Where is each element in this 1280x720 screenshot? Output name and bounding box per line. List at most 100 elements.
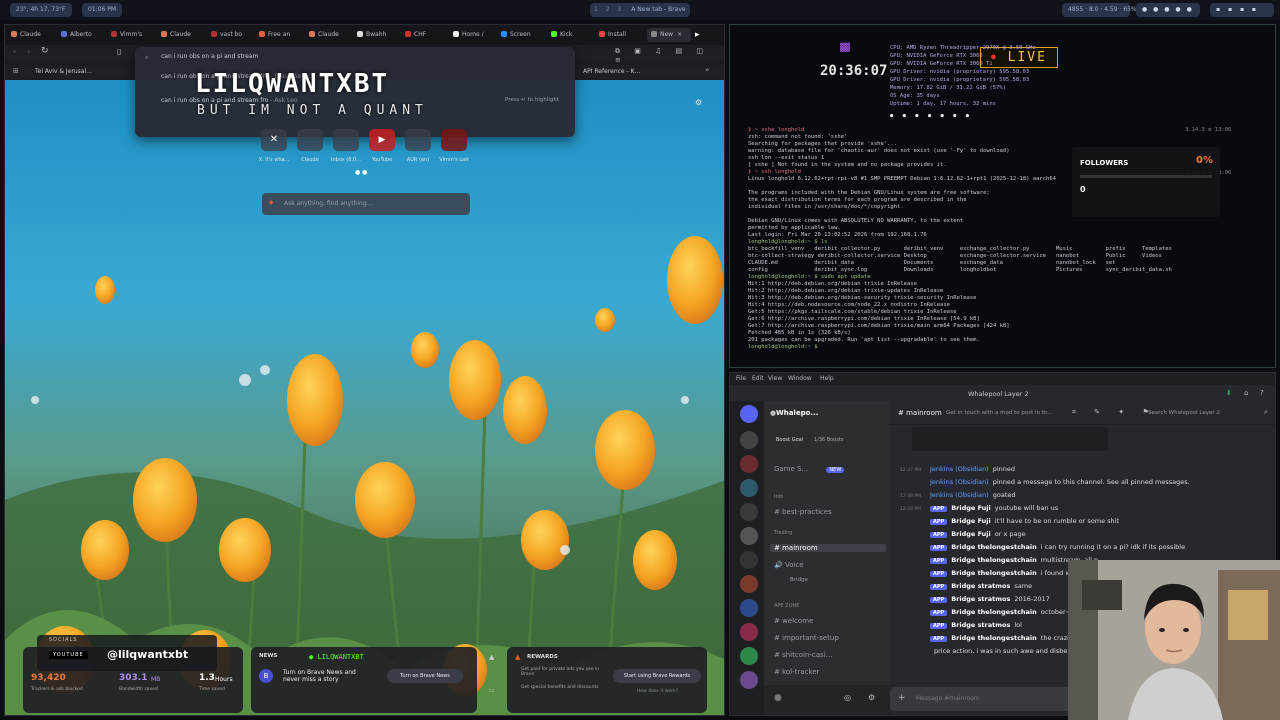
tab-3[interactable]: Claude	[161, 28, 201, 42]
message-row[interactable]: price action, i was in such awe and disb…	[900, 647, 1077, 655]
tab-6[interactable]: Claude	[309, 28, 349, 42]
clock-pill[interactable]: 01:06 PM	[82, 3, 122, 17]
message-author[interactable]: Bridge stratmos	[951, 621, 1010, 629]
settings-gear-icon[interactable]: ⚙	[695, 98, 702, 107]
message-row[interactable]: APP Bridge stratmos 2016-2017	[900, 595, 1050, 603]
forward-icon[interactable]: ›	[27, 47, 30, 56]
server-icon[interactable]	[740, 503, 758, 521]
new-tab-icon[interactable]: ▸	[695, 28, 709, 42]
message-input[interactable]: Message #mainroom	[916, 695, 980, 702]
menu-help[interactable]: Help	[820, 375, 834, 382]
message-row[interactable]: Jenkins (Obsidian) pinned a message to th…	[900, 478, 1190, 486]
apps-icon[interactable]: ⊞	[13, 67, 19, 75]
search-icon[interactable]: ⌕	[1264, 408, 1268, 417]
message-author[interactable]: Bridge Fuji	[951, 530, 991, 538]
omnibox-input[interactable]: can i run obs on a pi and stream	[161, 53, 258, 60]
server-icon[interactable]	[740, 671, 758, 689]
customize-icon[interactable]: ▭	[489, 687, 495, 694]
system-stats-pill[interactable]: 4855 · 8.0 · 4.59 · 65%	[1062, 3, 1137, 17]
message-author[interactable]: Jenkins (Obsidian)	[930, 491, 989, 499]
workspace-1[interactable]: 1	[594, 6, 598, 13]
message-row[interactable]: 12:50 PM APP Bridge Fuji youtube will ban u…	[900, 504, 1058, 512]
shortcut-youtube[interactable]: ▶	[369, 129, 395, 151]
inbox-icon[interactable]: ⌂	[1244, 389, 1248, 397]
workspace-3[interactable]: 3	[618, 6, 622, 13]
message-row[interactable]: APP Bridge stratmos same	[900, 582, 1032, 590]
message-author[interactable]: Jenkins (Obsidian)	[930, 478, 989, 486]
weather-pill[interactable]: 23°, 4h 17, 73°F	[10, 3, 72, 17]
shortcut-vimms[interactable]	[441, 129, 467, 151]
server-icon[interactable]	[740, 431, 758, 449]
message-row[interactable]: 12:48 PM Jenkins (Obsidian) goated	[900, 491, 1016, 499]
message-author[interactable]: Bridge Fuji	[951, 504, 991, 512]
avatar[interactable]: ●	[774, 693, 782, 703]
message-author[interactable]: Bridge thelongestchain	[951, 634, 1037, 642]
page-dots[interactable]: ● ●	[355, 169, 367, 176]
tab-7[interactable]: Bwahh	[357, 28, 397, 42]
tab-9[interactable]: Home /	[453, 28, 493, 42]
tab-5[interactable]: Free an	[259, 28, 299, 42]
toolbar-extension-icons[interactable]: ⧉ ▣ ♫ ▤ ◫ ≡	[615, 47, 724, 64]
workspace-2[interactable]: 2	[606, 6, 610, 13]
channel-shitcoin[interactable]: # shitcoin-casi...	[774, 651, 832, 659]
search-input[interactable]: Search Whalepool Layer 2	[1148, 410, 1220, 416]
help-icon[interactable]: ?	[1260, 389, 1264, 397]
more-bookmarks-icon[interactable]: »	[705, 66, 709, 74]
server-icon[interactable]	[740, 599, 758, 617]
headset-icon[interactable]: ◎	[844, 693, 851, 702]
tab-10[interactable]: Screen	[501, 28, 541, 42]
channel-best-practices[interactable]: # best-practices	[774, 508, 832, 516]
message-row[interactable]: APP Bridge thelongestchain i can try runni…	[900, 543, 1185, 551]
message-author[interactable]: Bridge Fuji	[951, 517, 991, 525]
message-author[interactable]: Bridge stratmos	[951, 582, 1010, 590]
message-author[interactable]: Bridge thelongestchain	[951, 543, 1037, 551]
message-author[interactable]: Bridge thelongestchain	[951, 569, 1037, 577]
channel-kol-tracker[interactable]: # kol-tracker	[774, 668, 819, 676]
server-name[interactable]: Whalepo...	[776, 409, 818, 417]
channel-mainroom[interactable]: # mainroom	[770, 544, 886, 552]
message-author[interactable]: Bridge thelongestchain	[951, 608, 1037, 616]
message-row[interactable]: 12:47 PM Jenkins (Obsidian) pinned	[900, 465, 1015, 473]
server-icon[interactable]	[740, 527, 758, 545]
message-row[interactable]: APP Bridge stratmos lol	[900, 621, 1022, 629]
bookmark-item[interactable]: API Reference - K...	[583, 68, 640, 75]
message-author[interactable]: Jenkins (Obsidian)	[930, 465, 989, 473]
attach-icon[interactable]: +	[898, 693, 906, 703]
workspace-switcher[interactable]: 1 2 3 A New tab - Brave	[590, 3, 690, 17]
voice-user[interactable]: Bridge	[790, 577, 808, 583]
bookmark-icon[interactable]: ▯	[117, 47, 121, 56]
close-icon[interactable]: ×	[677, 31, 682, 38]
category-ape-zone[interactable]: APE ZONE	[774, 603, 799, 609]
power-pill[interactable]: ▪ ▪ ▪ ▪	[1210, 3, 1274, 17]
shortcut-x[interactable]: ✕	[261, 129, 287, 151]
server-icon[interactable]	[740, 479, 758, 497]
terminal-window[interactable]: ▓▓ 20:36:07 ● LIVE CPU: AMD Ryzen Thread…	[729, 24, 1276, 368]
tab-4[interactable]: vast bo	[211, 28, 251, 42]
server-icon[interactable]	[740, 623, 758, 641]
tab-8[interactable]: CHF	[405, 28, 445, 42]
menu-window[interactable]: Window	[788, 375, 812, 382]
tab-12[interactable]: Install	[599, 28, 639, 42]
tab-0[interactable]: Claude	[11, 28, 51, 42]
settings-icon[interactable]: ⚙	[868, 693, 875, 702]
menu-edit[interactable]: Edit	[752, 375, 764, 382]
server-icon[interactable]	[740, 647, 758, 665]
update-icon[interactable]: ⬇	[1226, 389, 1232, 397]
message-author[interactable]: Bridge thelongestchain	[951, 556, 1037, 564]
tab-active[interactable]: New ×	[647, 28, 691, 42]
category-info[interactable]: Info	[774, 494, 783, 500]
server-icon[interactable]	[740, 551, 758, 569]
channel-voice[interactable]: 🔊 Voice	[774, 561, 804, 569]
shortcut-inbox[interactable]	[333, 129, 359, 151]
header-icons[interactable]: ⌗ ✎ ✦ ⚑	[1072, 408, 1157, 417]
collapse-icon[interactable]: ▲	[489, 653, 494, 661]
bookmark-item[interactable]: Tel Aviv & Jerusal...	[35, 68, 92, 75]
tray-icons-pill[interactable]: ● ● ● ● ●	[1136, 3, 1200, 17]
tab-2[interactable]: Vimm's	[111, 28, 151, 42]
back-icon[interactable]: ‹	[13, 47, 16, 56]
menu-file[interactable]: File	[736, 375, 746, 382]
message-row[interactable]: APP Bridge Fuji it'll have to be on rumble…	[900, 517, 1119, 525]
tab-1[interactable]: Alberto	[61, 28, 101, 42]
channel-important-setup[interactable]: # important-setup	[774, 634, 839, 642]
message-row[interactable]: APP Bridge Fuji or x page	[900, 530, 1026, 538]
